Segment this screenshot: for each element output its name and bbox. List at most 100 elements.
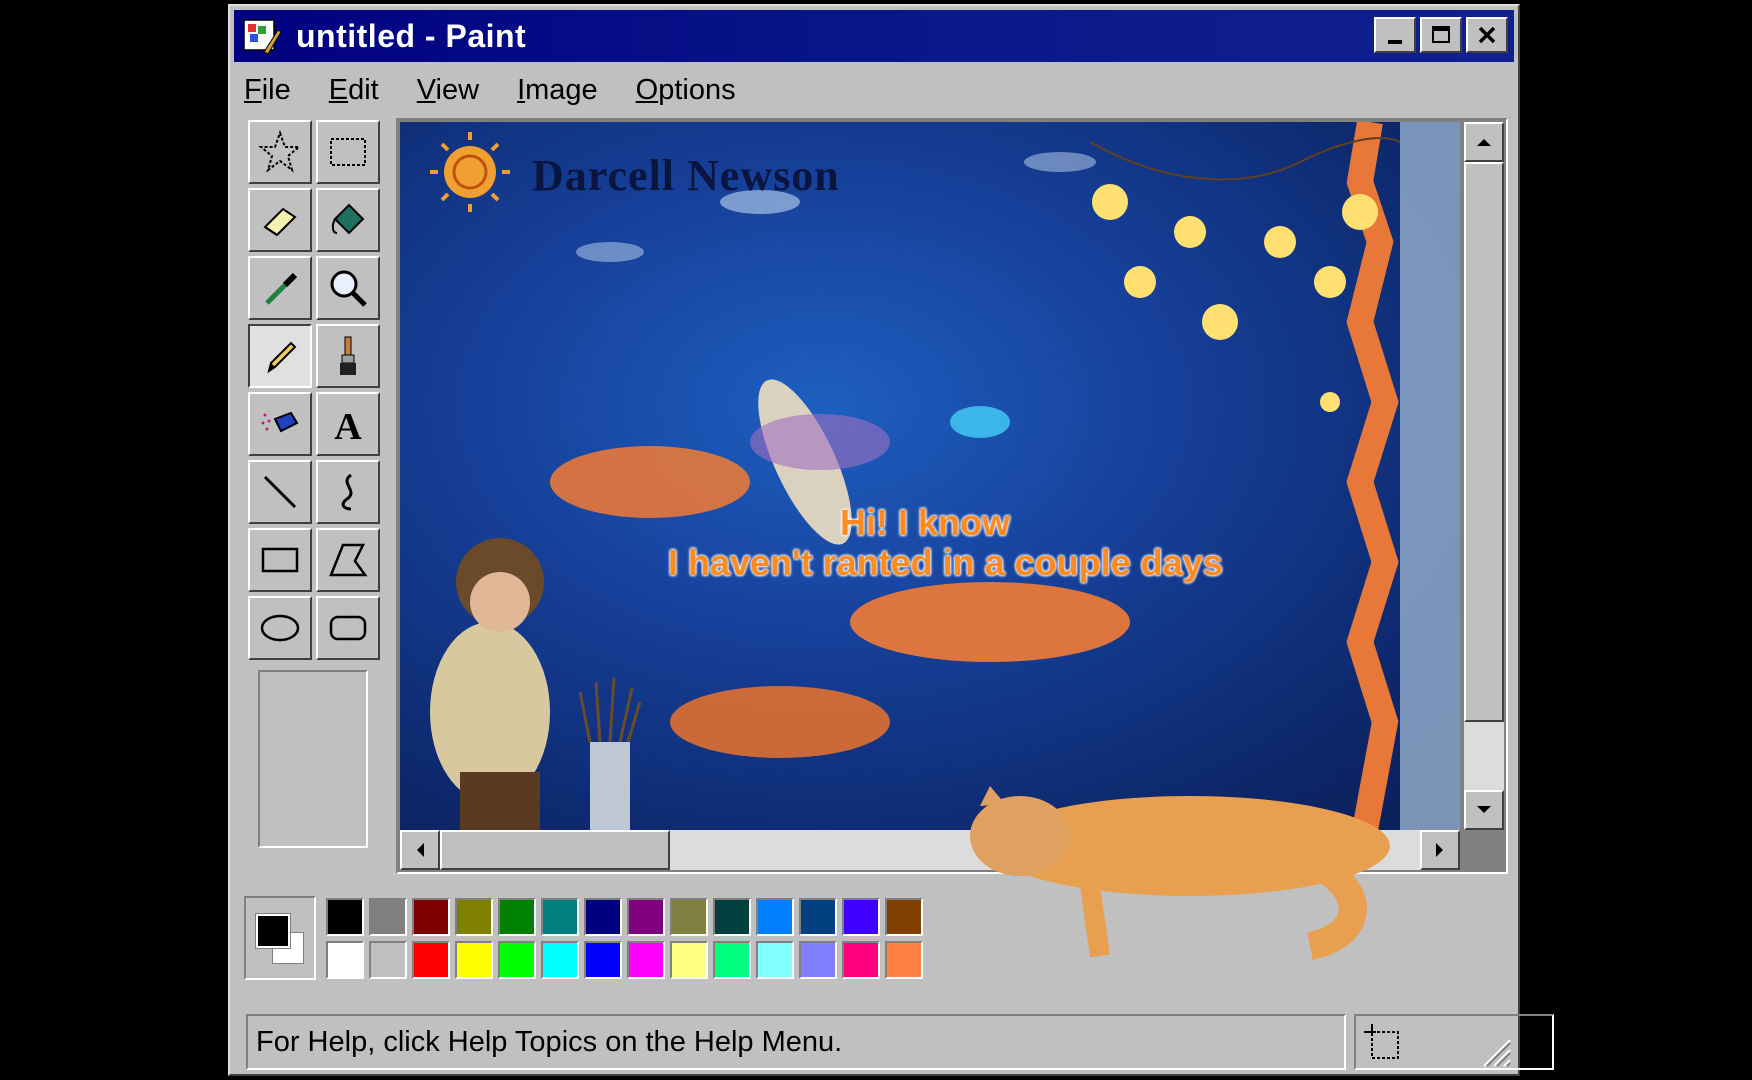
polygon-icon — [329, 543, 368, 577]
tool-free-form-select[interactable] — [248, 120, 312, 184]
palette-swatch[interactable] — [412, 898, 450, 936]
maximize-icon — [1432, 26, 1450, 43]
palette-swatch[interactable] — [756, 941, 794, 979]
text-icon: A — [334, 406, 362, 447]
close-button[interactable] — [1466, 17, 1508, 53]
caption-line-2: I haven't ranted in a couple days — [668, 542, 1223, 583]
scroll-up-button[interactable] — [1464, 122, 1504, 162]
palette-swatch[interactable] — [455, 898, 493, 936]
current-colors[interactable] — [244, 896, 316, 980]
menu-view-accel: V — [416, 73, 436, 106]
aquarium-background — [430, 122, 1460, 830]
palette-swatch[interactable] — [412, 941, 450, 979]
menu-image[interactable]: Image — [513, 74, 602, 107]
arrow-right-icon — [1436, 843, 1443, 857]
tool-brush[interactable] — [316, 324, 380, 388]
tool-options-box[interactable] — [258, 670, 368, 848]
menu-view[interactable]: View — [413, 74, 483, 107]
paint-window: untitled - Paint File Edit View Image Op… — [228, 4, 1554, 1076]
rect-select-icon — [330, 138, 366, 166]
scroll-right-button[interactable] — [1420, 830, 1460, 870]
tool-magnifier[interactable] — [316, 256, 380, 320]
status-help-text: For Help, click Help Topics on the Help … — [256, 1025, 843, 1058]
close-icon — [1478, 26, 1496, 44]
tool-rect-select[interactable] — [316, 120, 380, 184]
canvas-frame: Darcell Newson Hi! I know I haven't rant… — [396, 118, 1508, 874]
tool-ellipse[interactable] — [248, 596, 312, 660]
paint-app-icon — [243, 19, 282, 55]
scroll-left-button[interactable] — [400, 830, 440, 870]
menu-file-label: ile — [261, 73, 291, 106]
palette-swatch[interactable] — [369, 941, 407, 979]
maximize-button[interactable] — [1420, 17, 1462, 53]
palette-swatch[interactable] — [885, 898, 923, 936]
selection-size-icon — [1364, 1024, 1399, 1059]
minimize-button[interactable] — [1374, 17, 1416, 53]
tool-rectangle[interactable] — [248, 528, 312, 592]
tool-pencil[interactable] — [248, 324, 312, 388]
menu-edit-label: dit — [348, 73, 379, 106]
palette-swatch[interactable] — [799, 941, 837, 979]
arrow-up-icon — [1477, 139, 1491, 146]
scroll-down-button[interactable] — [1464, 790, 1504, 830]
tool-polygon[interactable] — [316, 528, 380, 592]
paint-bucket-icon — [331, 203, 365, 235]
menu-edit-accel: E — [328, 73, 349, 106]
arrow-left-icon — [417, 843, 424, 857]
status-coordinates — [1354, 1014, 1554, 1070]
tool-airbrush[interactable] — [248, 392, 312, 456]
arrow-down-icon — [1477, 806, 1491, 813]
palette-swatch[interactable] — [627, 898, 665, 936]
sleeping-cat-image — [970, 786, 1390, 960]
rounded-rect-icon — [329, 615, 367, 641]
palette-swatch[interactable] — [670, 898, 708, 936]
palette-swatch[interactable] — [541, 898, 579, 936]
palette-swatch[interactable] — [584, 898, 622, 936]
palette-swatch[interactable] — [584, 941, 622, 979]
resize-grip-icon[interactable] — [1476, 1032, 1512, 1068]
palette-swatch[interactable] — [627, 941, 665, 979]
menu-file-accel: F — [244, 73, 262, 106]
menu-view-label: iew — [435, 73, 480, 106]
palette-swatch[interactable] — [799, 898, 837, 936]
palette-swatch[interactable] — [369, 898, 407, 936]
tool-pick-color[interactable] — [248, 256, 312, 320]
palette-swatch[interactable] — [326, 941, 364, 979]
vertical-scroll-thumb[interactable] — [1464, 162, 1504, 722]
palette-swatch[interactable] — [498, 941, 536, 979]
svg-text:A: A — [334, 406, 362, 447]
palette-swatch[interactable] — [498, 898, 536, 936]
eraser-icon — [263, 207, 297, 237]
palette-swatch[interactable] — [455, 941, 493, 979]
menu-file[interactable]: File — [240, 74, 295, 107]
palette-swatch[interactable] — [670, 941, 708, 979]
window-title: untitled - Paint — [296, 17, 527, 54]
palette-swatch[interactable] — [713, 941, 751, 979]
tool-fill[interactable] — [316, 188, 380, 252]
tool-line[interactable] — [248, 460, 312, 524]
magnifier-icon — [330, 270, 367, 307]
tool-eraser[interactable] — [248, 188, 312, 252]
rectangle-icon — [261, 547, 299, 573]
palette-swatch[interactable] — [885, 941, 923, 979]
menu-options[interactable]: Options — [632, 74, 740, 107]
palette-swatch[interactable] — [842, 898, 880, 936]
drawing-canvas[interactable]: Darcell Newson Hi! I know I haven't rant… — [400, 122, 1460, 830]
menu-edit[interactable]: Edit — [325, 74, 383, 107]
tool-rounded-rectangle[interactable] — [316, 596, 380, 660]
palette-swatch[interactable] — [713, 898, 751, 936]
palette-swatch[interactable] — [756, 898, 794, 936]
caption-line-1: Hi! I know — [840, 502, 1010, 543]
color-palette — [244, 896, 944, 984]
vertical-scrollbar[interactable] — [1464, 122, 1504, 830]
status-bar: For Help, click Help Topics on the Help … — [246, 1014, 1346, 1070]
tool-text[interactable]: A — [316, 392, 380, 456]
palette-swatch[interactable] — [842, 941, 880, 979]
tool-curve[interactable] — [316, 460, 380, 524]
title-bar[interactable]: untitled - Paint — [234, 10, 1514, 62]
palette-swatch[interactable] — [541, 941, 579, 979]
line-icon — [263, 475, 297, 509]
horizontal-scroll-thumb[interactable] — [440, 830, 670, 870]
minimize-icon — [1388, 40, 1402, 44]
palette-swatch[interactable] — [326, 898, 364, 936]
